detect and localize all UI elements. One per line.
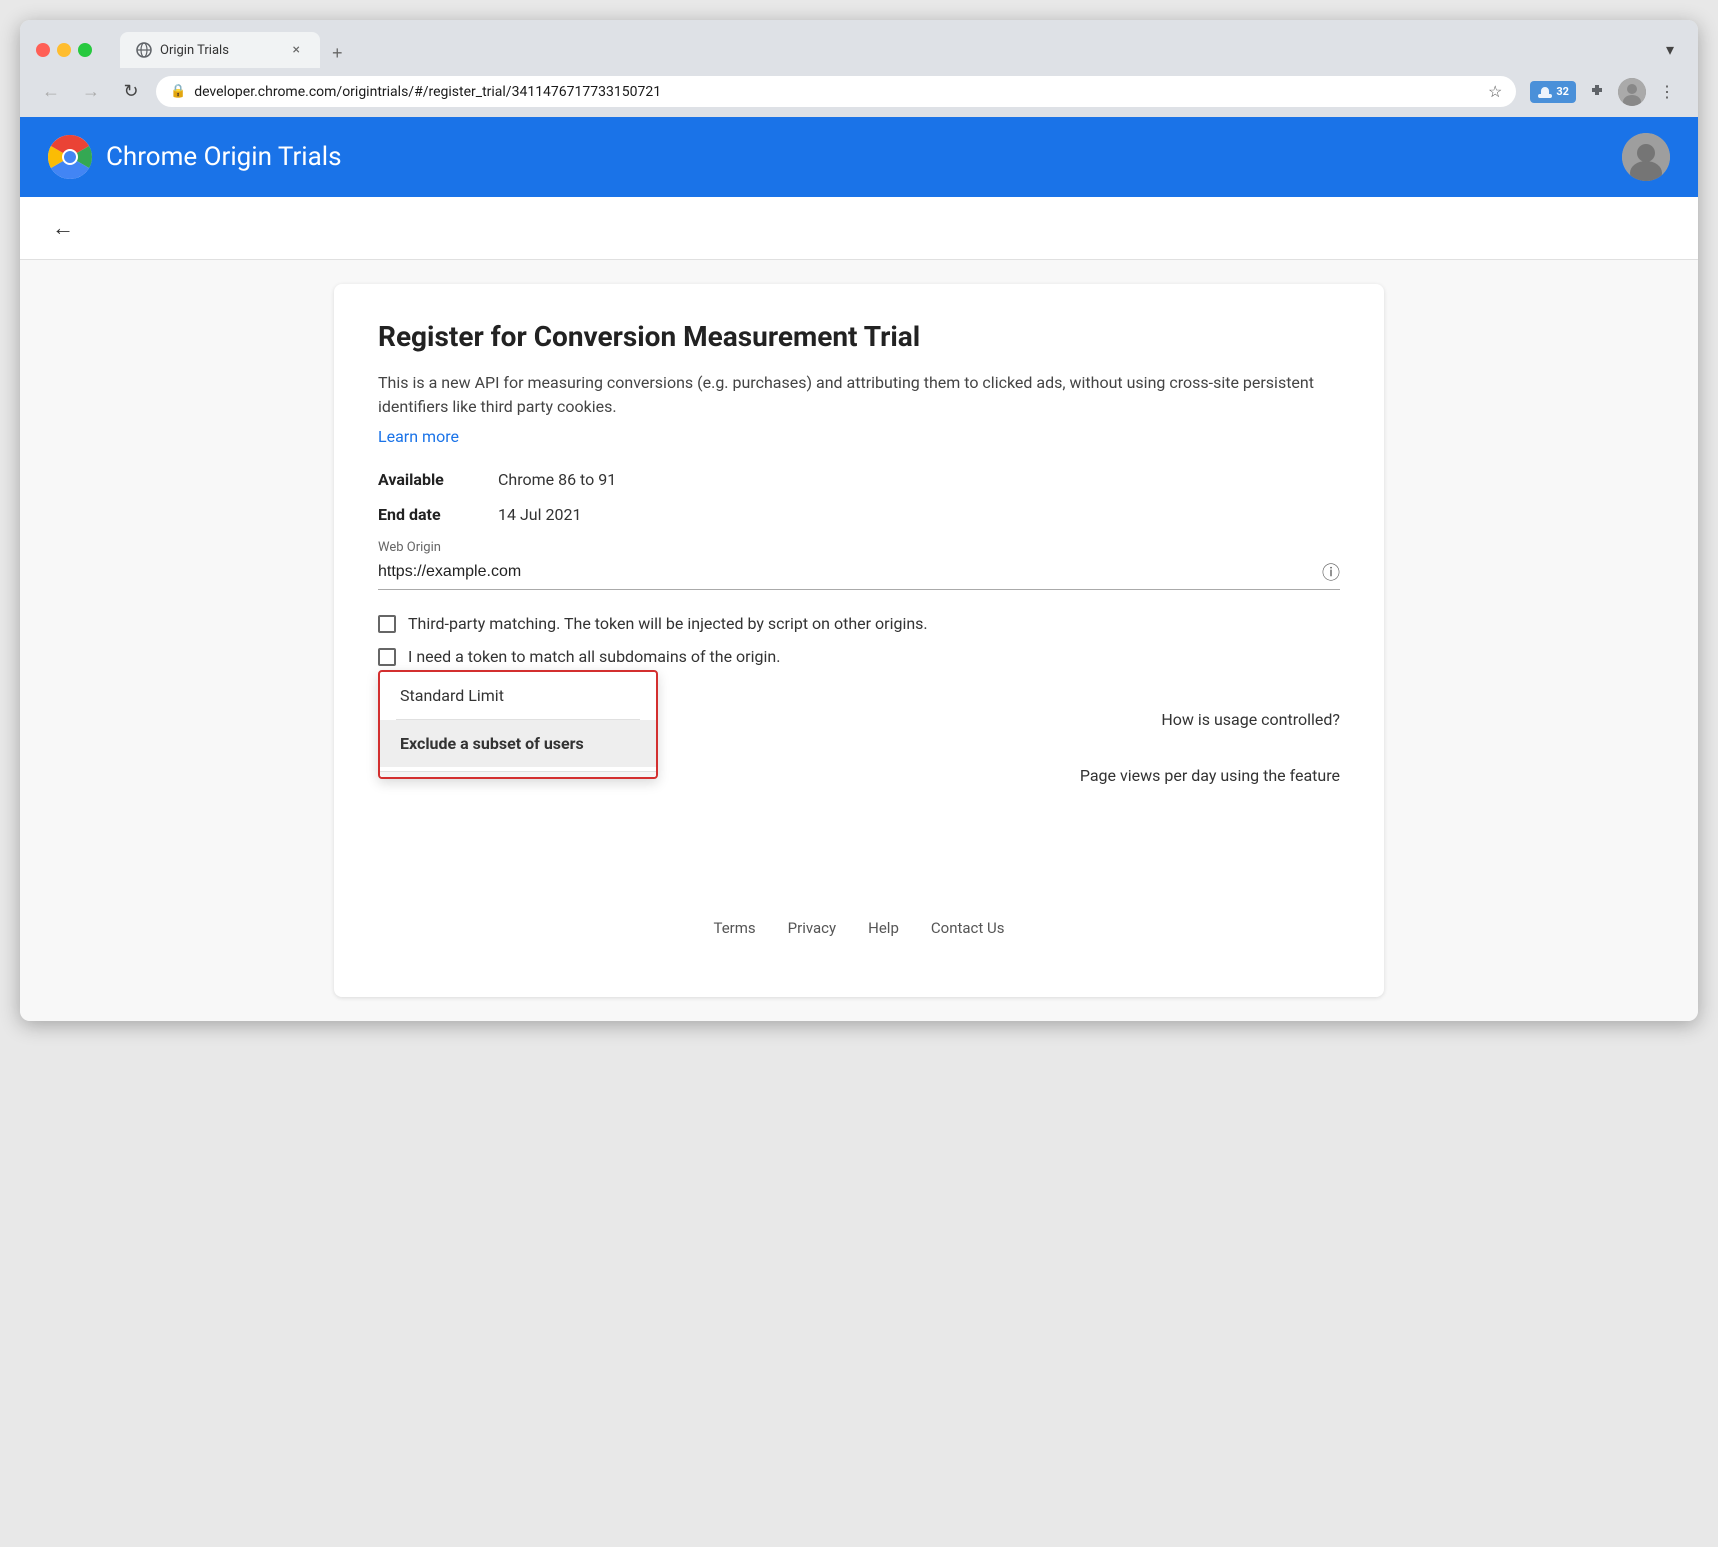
third-party-label: Third-party matching. The token will be … (408, 614, 928, 633)
extensions-btn[interactable] (1582, 77, 1612, 107)
available-row: Available Chrome 86 to 91 (378, 470, 1340, 489)
site-title: Chrome Origin Trials (106, 142, 342, 172)
page-content: Chrome Origin Trials ← Register for Conv… (20, 117, 1698, 1021)
checkbox-subdomain: I need a token to match all subdomains o… (378, 647, 1340, 666)
browser-window: Origin Trials × + ▾ ← → ↻ 🔒 developer.ch… (20, 20, 1698, 1021)
footer-contact-link[interactable]: Contact Us (931, 919, 1005, 937)
address-bar-input[interactable]: 🔒 developer.chrome.com/origintrials/#/re… (156, 76, 1516, 107)
puzzle-icon (1588, 83, 1606, 101)
form-title: Register for Conversion Measurement Tria… (378, 320, 1340, 353)
tab-close-btn[interactable]: × (289, 40, 304, 60)
header-avatar-image (1622, 133, 1670, 181)
new-tab-btn[interactable]: + (324, 39, 351, 68)
extension-icon (1537, 84, 1553, 100)
site-header: Chrome Origin Trials (20, 117, 1698, 197)
web-origin-label: Web Origin (378, 540, 1340, 555)
close-window-btn[interactable] (36, 43, 50, 57)
back-page-btn[interactable]: ← (48, 211, 78, 245)
title-bar: Origin Trials × + ▾ (20, 20, 1698, 68)
chrome-logo-icon (48, 135, 92, 179)
tab-title: Origin Trials (160, 43, 229, 58)
back-nav-bar: ← (20, 197, 1698, 260)
help-icon[interactable]: ⓘ (1322, 559, 1340, 585)
site-logo-area: Chrome Origin Trials (48, 135, 342, 179)
learn-more-link[interactable]: Learn more (378, 427, 459, 446)
end-date-row: End date 14 Jul 2021 (378, 505, 1340, 524)
address-bar: ← → ↻ 🔒 developer.chrome.com/origintrial… (20, 68, 1698, 117)
back-nav-btn[interactable]: ← (36, 77, 66, 107)
url-display: developer.chrome.com/origintrials/#/regi… (194, 84, 1480, 100)
active-tab[interactable]: Origin Trials × (120, 32, 320, 68)
dropdown-scrollbar (380, 771, 656, 777)
available-label: Available (378, 470, 498, 489)
footer-help-link[interactable]: Help (868, 919, 899, 937)
form-description: This is a new API for measuring conversi… (378, 371, 1340, 419)
maximize-window-btn[interactable] (78, 43, 92, 57)
footer-terms-link[interactable]: Terms (714, 919, 756, 937)
checkbox-third-party: Third-party matching. The token will be … (378, 614, 1340, 633)
form-card: Register for Conversion Measurement Tria… (334, 284, 1384, 997)
lock-icon: 🔒 (170, 84, 186, 99)
dropdown-item-standard[interactable]: Standard Limit (380, 672, 656, 719)
browser-menu-btn[interactable]: ▾ (1658, 36, 1682, 64)
dropdown-item-exclude[interactable]: Exclude a subset of users (380, 720, 656, 767)
web-origin-input[interactable] (378, 563, 1314, 581)
usage-controlled-label: How is usage controlled? (1161, 710, 1340, 729)
extension-badge[interactable]: 32 (1530, 81, 1576, 103)
tabs-row: Origin Trials × + (120, 32, 1646, 68)
end-date-value: 14 Jul 2021 (498, 505, 581, 524)
user-avatar[interactable] (1618, 78, 1646, 106)
star-icon[interactable]: ☆ (1488, 82, 1502, 101)
main-container: Register for Conversion Measurement Tria… (20, 260, 1698, 1021)
footer-links: Terms Privacy Help Contact Us (398, 919, 1320, 937)
web-origin-input-wrap: ⓘ (378, 559, 1340, 590)
third-party-checkbox[interactable] (378, 615, 396, 633)
forward-nav-btn[interactable]: → (76, 77, 106, 107)
minimize-window-btn[interactable] (57, 43, 71, 57)
end-date-label: End date (378, 505, 498, 524)
subdomain-label: I need a token to match all subdomains o… (408, 647, 780, 666)
toolbar-icons: 32 ⋮ (1530, 77, 1682, 107)
usage-limit-section: Usage limit How is usage controlled? Pag… (378, 680, 1340, 695)
header-user-avatar[interactable] (1622, 133, 1670, 181)
dropdown-menu: Standard Limit Exclude a subset of users (378, 670, 658, 779)
tab-favicon-icon (136, 42, 152, 58)
page-views-label: Page views per day using the feature (1080, 766, 1340, 785)
browser-options-btn[interactable]: ⋮ (1652, 77, 1682, 107)
page-footer: Terms Privacy Help Contact Us (378, 899, 1340, 957)
subdomain-checkbox[interactable] (378, 648, 396, 666)
web-origin-field: Web Origin ⓘ (378, 540, 1340, 590)
avatar-image (1618, 78, 1646, 106)
ext-badge-num: 32 (1556, 85, 1569, 98)
footer-privacy-link[interactable]: Privacy (788, 919, 836, 937)
traffic-lights (36, 43, 92, 57)
reload-btn[interactable]: ↻ (116, 77, 146, 107)
available-value: Chrome 86 to 91 (498, 470, 616, 489)
